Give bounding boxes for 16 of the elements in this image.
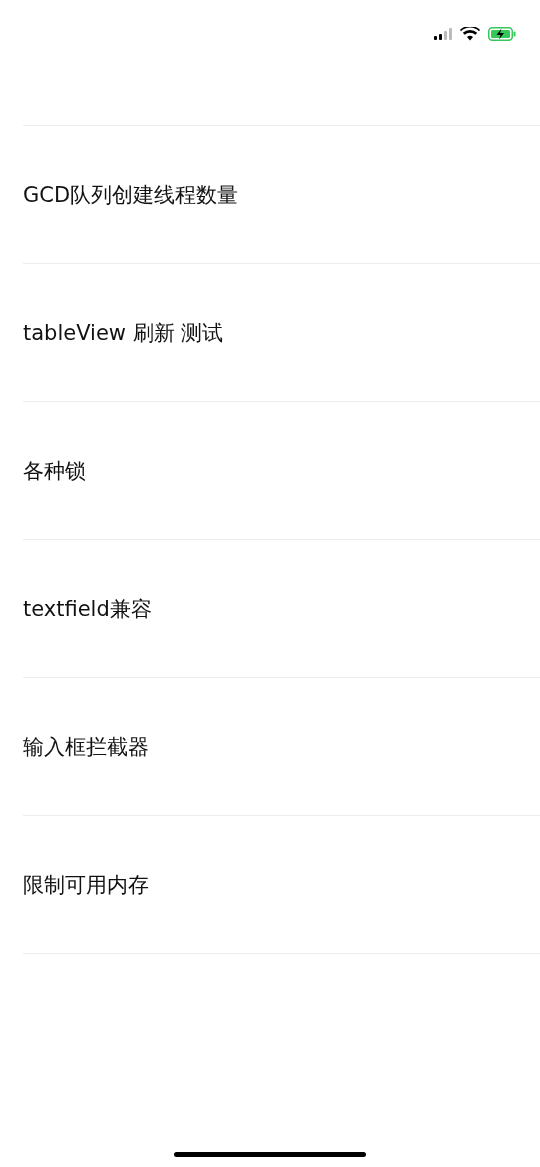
signal-icon — [434, 28, 452, 40]
row-title: tableView 刷新 测试 — [23, 319, 224, 347]
list-row[interactable]: 各种锁 — [23, 402, 540, 540]
list-row[interactable]: tableView 刷新 测试 — [23, 264, 540, 402]
list-row[interactable]: GCD队列创建线程数量 — [23, 126, 540, 264]
list-row[interactable]: 限制可用内存 — [23, 816, 540, 954]
row-title: 输入框拦截器 — [23, 733, 149, 761]
list-row[interactable]: textfield兼容 — [23, 540, 540, 678]
wifi-icon — [460, 27, 480, 41]
list-row[interactable]: 输入框拦截器 — [23, 678, 540, 816]
row-title: 限制可用内存 — [23, 871, 149, 899]
battery-charging-icon — [488, 27, 516, 41]
row-title: 各种锁 — [23, 457, 86, 485]
home-indicator[interactable] — [174, 1152, 366, 1157]
row-title: textfield兼容 — [23, 595, 152, 623]
row-title: GCD队列创建线程数量 — [23, 181, 239, 209]
